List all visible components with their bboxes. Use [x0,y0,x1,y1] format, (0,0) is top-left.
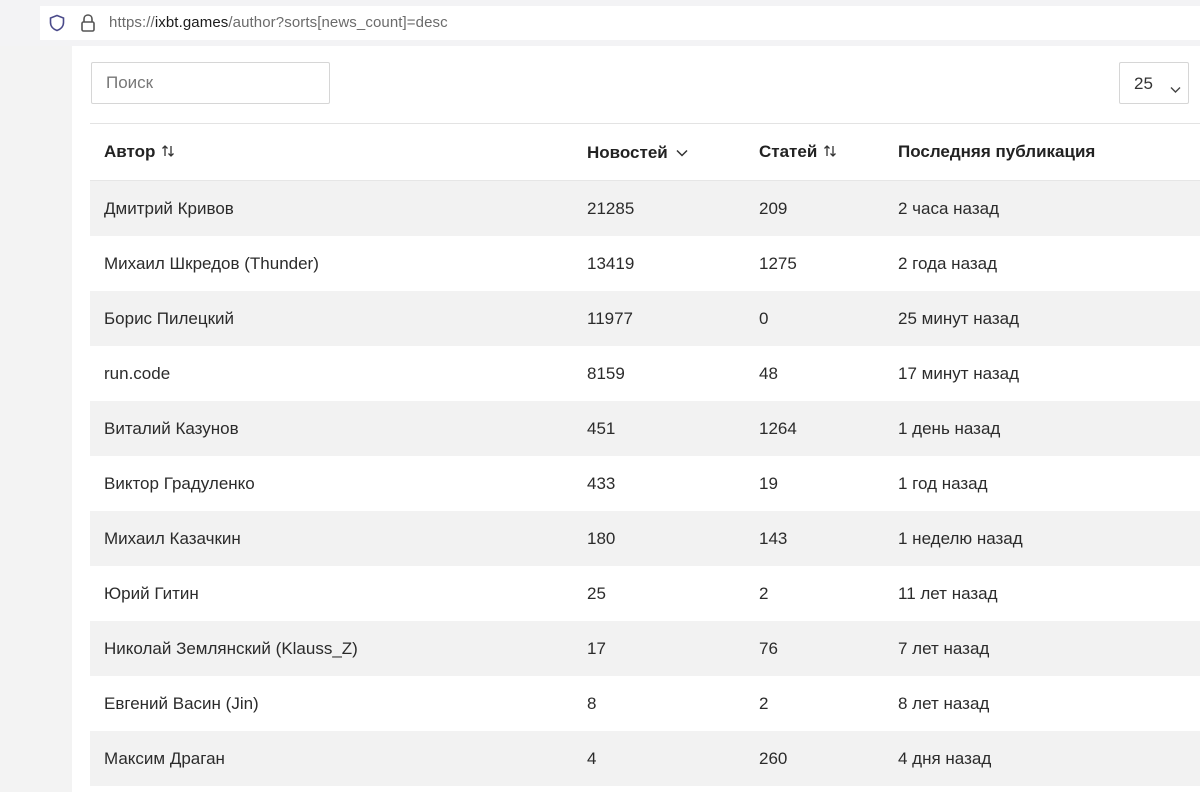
last-publication-cell: 2 года назад [898,236,1200,291]
news-count-cell: 433 [587,456,759,511]
column-header-news[interactable]: Новостей [587,124,759,181]
authors-table: Автор Новостей Статей Последняя публикац… [90,124,1200,786]
author-cell[interactable]: run.code [90,346,587,401]
table-row[interactable]: Юрий Гитин 25 2 11 лет назад [90,566,1200,621]
articles-count-cell: 76 [759,621,898,676]
news-count-cell: 25 [587,566,759,621]
last-publication-cell: 1 год назад [898,456,1200,511]
last-publication-cell: 8 лет назад [898,676,1200,731]
table-row[interactable]: run.code 8159 48 17 минут назад [90,346,1200,401]
author-cell[interactable]: Максим Драган [90,731,587,786]
column-label: Новостей [587,142,668,162]
browser-address-bar: https://ixbt.games/author?sorts[news_cou… [0,0,1200,46]
column-label: Автор [104,142,156,161]
author-cell[interactable]: Николай Землянский (Klauss_Z) [90,621,587,676]
articles-count-cell: 209 [759,180,898,236]
articles-count-cell: 0 [759,291,898,346]
news-count-cell: 8 [587,676,759,731]
articles-count-cell: 1264 [759,401,898,456]
news-count-cell: 17 [587,621,759,676]
news-count-cell: 4 [587,731,759,786]
news-count-cell: 451 [587,401,759,456]
news-count-cell: 13419 [587,236,759,291]
author-cell[interactable]: Виктор Градуленко [90,456,587,511]
url-host: ixbt.games [154,14,229,31]
last-publication-cell: 7 лет назад [898,621,1200,676]
column-label: Последняя публикация [898,142,1096,161]
last-publication-cell: 1 неделю назад [898,511,1200,566]
table-row[interactable]: Максим Драган 4 260 4 дня назад [90,731,1200,786]
last-publication-cell: 11 лет назад [898,566,1200,621]
articles-count-cell: 2 [759,676,898,731]
sort-icon[interactable] [823,143,837,157]
last-publication-cell: 2 часа назад [898,180,1200,236]
table-row[interactable]: Николай Землянский (Klauss_Z) 17 76 7 лет н… [90,621,1200,676]
news-count-cell: 8159 [587,346,759,401]
url-text: https://ixbt.games/author?sorts[news_cou… [109,14,448,31]
news-count-cell: 21285 [587,180,759,236]
table-row[interactable]: Михаил Шкредов (Thunder) 13419 1275 2 года … [90,236,1200,291]
page-content: 25 Автор Новостей Статей Последняя публи… [72,46,1200,792]
url-path: /author?sorts[news_count]=desc [228,14,448,31]
articles-count-cell: 48 [759,346,898,401]
news-count-cell: 11977 [587,291,759,346]
table-row[interactable]: Михаил Казачкин 180 143 1 неделю назад [90,511,1200,566]
last-publication-cell: 4 дня назад [898,731,1200,786]
column-header-articles[interactable]: Статей [759,124,898,181]
url-field[interactable]: https://ixbt.games/author?sorts[news_cou… [40,6,1200,40]
table-row[interactable]: Виктор Градуленко 433 19 1 год назад [90,456,1200,511]
articles-count-cell: 143 [759,511,898,566]
articles-count-cell: 1275 [759,236,898,291]
per-page-value: 25 [1134,74,1153,93]
last-publication-cell: 1 день назад [898,401,1200,456]
last-publication-cell: 25 минут назад [898,291,1200,346]
search-input[interactable] [91,62,330,104]
author-cell[interactable]: Юрий Гитин [90,566,587,621]
lock-icon[interactable] [80,13,96,33]
author-cell[interactable]: Виталий Казунов [90,401,587,456]
last-publication-cell: 17 минут назад [898,346,1200,401]
column-header-author[interactable]: Автор [90,124,587,181]
table-row[interactable]: Дмитрий Кривов 21285 209 2 часа назад [90,180,1200,236]
articles-count-cell: 2 [759,566,898,621]
url-prefix: https:// [109,14,155,31]
table-row[interactable]: Борис Пилецкий 11977 0 25 минут назад [90,291,1200,346]
author-cell[interactable]: Михаил Шкредов (Thunder) [90,236,587,291]
table-header-row: Автор Новостей Статей Последняя публикац… [90,124,1200,181]
shield-icon[interactable] [48,14,66,32]
table-row[interactable]: Евгений Васин (Jin) 8 2 8 лет назад [90,676,1200,731]
news-count-cell: 180 [587,511,759,566]
author-cell[interactable]: Евгений Васин (Jin) [90,676,587,731]
chevron-down-icon [1170,79,1181,93]
column-label: Статей [759,142,818,161]
per-page-select[interactable]: 25 [1119,62,1189,104]
author-cell[interactable]: Борис Пилецкий [90,291,587,346]
sort-icon[interactable] [161,143,175,157]
column-header-last-publication: Последняя публикация [898,124,1200,181]
author-cell[interactable]: Михаил Казачкин [90,511,587,566]
articles-count-cell: 19 [759,456,898,511]
chevron-down-icon[interactable] [676,142,688,157]
articles-count-cell: 260 [759,731,898,786]
author-cell[interactable]: Дмитрий Кривов [90,180,587,236]
table-row[interactable]: Виталий Казунов 451 1264 1 день назад [90,401,1200,456]
